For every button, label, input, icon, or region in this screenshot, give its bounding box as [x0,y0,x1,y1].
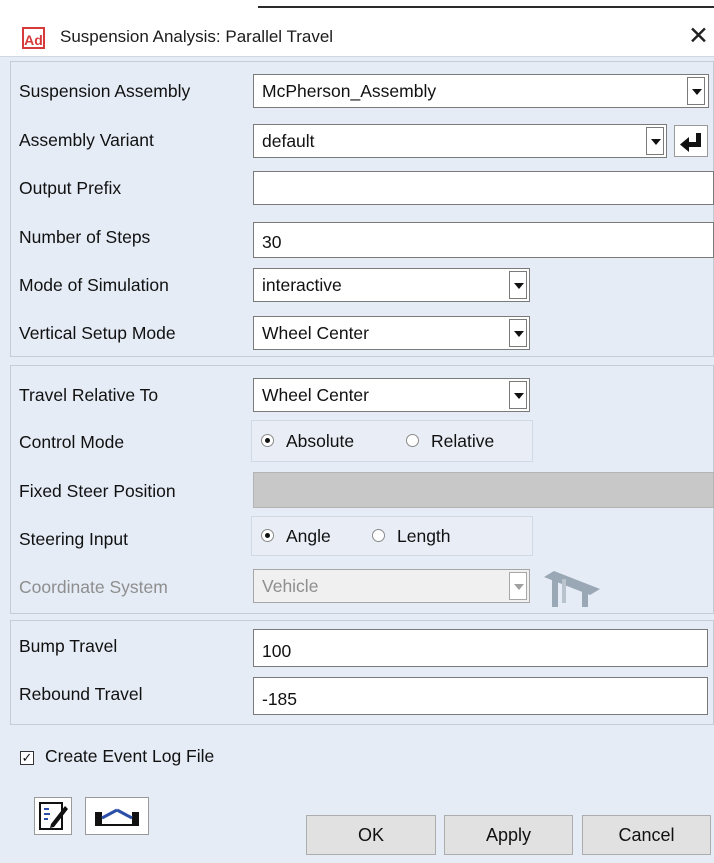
assembly-variant-dropdown-button[interactable] [646,127,664,155]
mode-of-simulation-select[interactable]: interactive [253,268,530,302]
rebound-travel-label: Rebound Travel [19,684,143,704]
control-mode-label: Control Mode [19,432,125,452]
enter-arrow-icon[interactable] [674,125,708,157]
ok-button[interactable]: OK [306,815,436,855]
assembly-variant-label: Assembly Variant [19,130,154,150]
control-mode-relative-radio[interactable] [406,434,419,447]
vertical-setup-mode-dropdown-button[interactable] [509,319,527,347]
app-logo-icon: Ad [22,27,45,49]
steering-input-length-radio[interactable] [372,529,385,542]
vertical-setup-mode-value: Wheel Center [262,323,369,343]
bump-travel-input[interactable]: 100 [253,629,708,667]
suspension-assembly-value: McPherson_Assembly [262,81,437,101]
output-prefix-input[interactable] [253,171,714,205]
cancel-button[interactable]: Cancel [582,815,711,855]
window-title: Suspension Analysis: Parallel Travel [60,27,334,46]
steering-input-angle-label[interactable]: Angle [286,526,331,547]
suspension-geometry-icon[interactable] [85,797,149,835]
create-event-log-label[interactable]: Create Event Log File [45,746,214,767]
number-of-steps-input[interactable]: 30 [253,222,714,258]
vertical-setup-mode-label: Vertical Setup Mode [19,323,176,343]
mode-of-simulation-dropdown-button[interactable] [509,271,527,299]
mode-of-simulation-label: Mode of Simulation [19,275,169,295]
edit-notes-icon[interactable] [34,797,72,835]
mode-of-simulation-value: interactive [262,275,342,295]
steering-input-label: Steering Input [19,529,128,549]
suspension-assembly-dropdown-button[interactable] [687,77,705,105]
vertical-setup-mode-select[interactable]: Wheel Center [253,316,530,350]
travel-relative-to-select[interactable]: Wheel Center [253,378,530,412]
assembly-variant-field[interactable]: default [253,124,667,158]
travel-relative-to-value: Wheel Center [262,385,369,405]
suspension-analysis-dialog: Ad Suspension Analysis: Parallel Travel … [0,0,714,863]
close-icon[interactable]: ✕ [688,21,709,51]
number-of-steps-value: 30 [262,232,282,252]
steering-input-length-label[interactable]: Length [397,526,451,547]
coordinate-system-label: Coordinate System [19,577,168,597]
window-edge-line [258,6,714,8]
create-event-log-checkbox[interactable]: ✓ [20,751,34,765]
output-prefix-label: Output Prefix [19,178,122,198]
rebound-travel-value: -185 [262,689,298,709]
coordinate-system-dropdown-button [509,572,527,600]
control-mode-radio-group: Absolute Relative [251,420,533,462]
travel-relative-to-label: Travel Relative To [19,385,159,405]
vehicle-coordinate-icon[interactable] [542,567,602,609]
control-mode-absolute-label[interactable]: Absolute [286,431,354,452]
control-mode-absolute-radio[interactable] [261,434,274,447]
suspension-assembly-label: Suspension Assembly [19,81,191,101]
travel-relative-to-dropdown-button[interactable] [509,381,527,409]
fixed-steer-position-input [253,472,714,508]
fixed-steer-position-label: Fixed Steer Position [19,481,176,501]
steering-input-radio-group: Angle Length [251,516,533,556]
assembly-variant-value: default [262,131,315,151]
number-of-steps-label: Number of Steps [19,227,151,247]
rebound-travel-input[interactable]: -185 [253,677,708,715]
bump-travel-label: Bump Travel [19,636,118,656]
control-mode-relative-label[interactable]: Relative [431,431,494,452]
title-bar: Ad Suspension Analysis: Parallel Travel … [0,0,714,57]
steering-input-angle-radio[interactable] [261,529,274,542]
coordinate-system-value: Vehicle [262,576,319,596]
coordinate-system-select: Vehicle [253,569,530,603]
suspension-assembly-field[interactable]: McPherson_Assembly [253,74,709,108]
apply-button[interactable]: Apply [444,815,573,855]
bump-travel-value: 100 [262,641,292,661]
